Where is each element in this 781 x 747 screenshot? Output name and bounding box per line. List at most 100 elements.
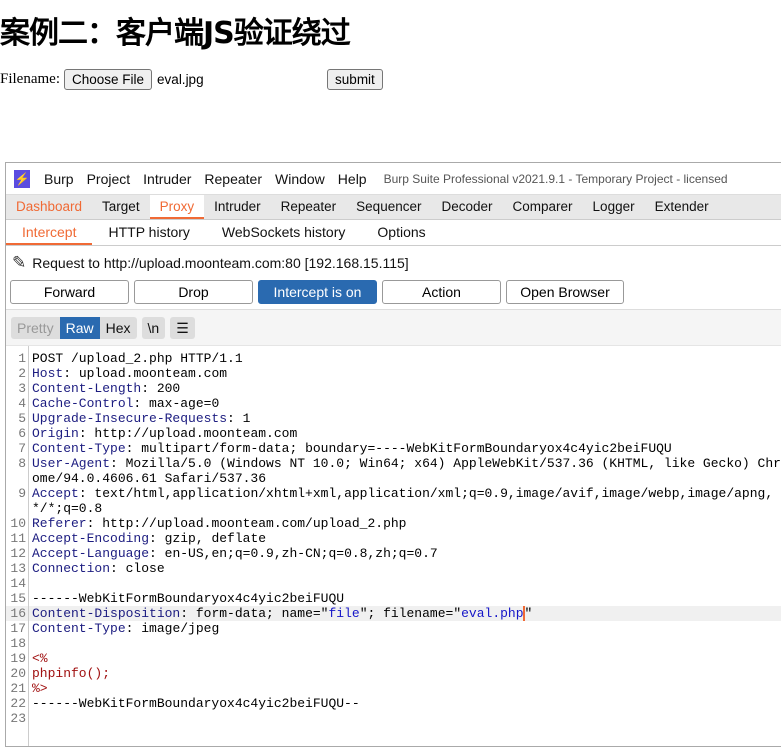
line-content: ------WebKitFormBoundaryox4c4yic2beiFUQU… [29,696,781,711]
line-content [29,711,781,726]
menu-intruder[interactable]: Intruder [143,171,191,187]
burp-window: ⚡ Burp Project Intruder Repeater Window Help … [5,162,781,747]
pretty-mode-button[interactable]: Pretty [11,317,60,339]
header-value: max-age=0 [141,396,220,411]
intercept-toggle-button[interactable]: Intercept is on [258,279,377,304]
proxy-subtabs: Intercept HTTP history WebSockets history O… [6,220,781,246]
code-line: 8 User-Agent: Mozilla/5.0 (Windows NT 10.… [6,456,781,486]
line-content: Accept: text/html,application/xhtml+xml,… [32,486,774,516]
php-code: %> [32,681,48,696]
code-line: 15 ------WebKitFormBoundaryox4c4yic2beiFU… [6,591,781,606]
header-name: Host [32,366,64,381]
header-value: http://upload.moonteam.com/upload_2.php [94,516,407,531]
line-content: Content-Type: multipart/form-data; bound… [32,441,672,456]
drop-button[interactable]: Drop [134,279,253,304]
code-line: 22 ------WebKitFormBoundaryox4c4yic2beiFU… [6,696,781,711]
menu-project[interactable]: Project [87,171,131,187]
newline-toggle-button[interactable]: \n [142,317,166,339]
tab-repeater[interactable]: Repeater [271,195,347,219]
tab-logger[interactable]: Logger [583,195,645,219]
header-value: text/html,application/xhtml+xml,applicat… [32,486,774,516]
header-value: upload.moonteam.com [71,366,228,381]
plain-text: POST /upload_2.php HTTP/1.1 [32,351,243,366]
line-content: phpinfo(); [29,666,781,681]
request-editor[interactable]: 1 POST /upload_2.php HTTP/1.1 2 Host: uploa… [6,346,781,746]
line-content [29,636,781,651]
header-name: Accept [32,486,79,501]
tab-proxy[interactable]: Proxy [149,195,205,219]
subtab-http-history[interactable]: HTTP history [92,220,205,245]
code-line: 13 Connection: close [6,561,781,576]
open-browser-button[interactable]: Open Browser [506,279,624,304]
code-line: 1 POST /upload_2.php HTTP/1.1 [6,351,781,366]
tab-target[interactable]: Target [92,195,150,219]
code-line: 2 Host: upload.moonteam.com [6,366,781,381]
tab-comparer[interactable]: Comparer [503,195,583,219]
line-content: <% [29,651,781,666]
header-name: Upgrade-Insecure-Requests [32,411,228,426]
tab-decoder[interactable]: Decoder [431,195,502,219]
code-line: 12 Accept-Language: en-US,en;q=0.9,zh-CN;… [6,546,781,561]
pencil-icon[interactable]: ✎ [12,253,26,273]
code-line: 4 Cache-Control: max-age=0 [6,396,781,411]
subtab-options[interactable]: Options [361,220,441,245]
header-name: Content-Disposition [32,606,181,621]
code-line: 20 phpinfo(); [6,666,781,681]
forward-button[interactable]: Forward [10,279,129,304]
text-caret: " [522,606,533,621]
action-button[interactable]: Action [382,279,501,304]
choose-file-button[interactable]: Choose File [64,69,153,90]
header-name: Origin [32,426,79,441]
menu-bar: ⚡ Burp Project Intruder Repeater Window Help … [6,163,781,195]
header-value: close [117,561,165,576]
request-info: ✎ Request to http://upload.moonteam.com:… [6,246,781,280]
intercept-toolbar: Forward Drop Intercept is on Action Open… [6,279,781,310]
hex-mode-button[interactable]: Hex [100,317,137,339]
field-name: file [328,606,360,621]
upload-form: Filename: Choose File eval.jpg submit [0,69,383,90]
line-content: Accept-Encoding: gzip, deflate [32,531,267,546]
menu-window[interactable]: Window [275,171,325,187]
tab-extender[interactable]: Extender [645,195,719,219]
menu-help[interactable]: Help [338,171,367,187]
code-line: 3 Content-Length: 200 [6,381,781,396]
subtab-intercept[interactable]: Intercept [6,220,93,245]
menu-burp[interactable]: Burp [44,171,74,187]
header-value: form-data; name=" [188,606,329,621]
tab-sequencer[interactable]: Sequencer [346,195,431,219]
header-name: Content-Type [32,621,126,636]
chosen-file-name: eval.jpg [157,72,204,87]
line-content: Accept-Language: en-US,en;q=0.9,zh-CN;q=… [32,546,438,561]
plain-text: ------WebKitFormBoundaryox4c4yic2beiFUQU [32,591,345,606]
header-value: Mozilla/5.0 (Windows NT 10.0; Win64; x64… [32,456,781,486]
header-name: Accept-Language [32,546,150,561]
header-name: Content-Type [32,441,126,456]
line-content: Content-Type: image/jpeg [32,621,220,636]
php-code: <% [32,651,48,666]
code-line: 17 Content-Type: image/jpeg [6,621,781,636]
burp-logo-icon: ⚡ [14,169,30,188]
line-content: Cache-Control: max-age=0 [32,396,220,411]
php-code: phpinfo(); [32,666,111,681]
menu-repeater[interactable]: Repeater [204,171,262,187]
header-value: en-US,en;q=0.9,zh-CN;q=0.8,zh;q=0.7 [156,546,438,561]
line-content: Content-Length: 200 [32,381,181,396]
header-name: Referer [32,516,87,531]
tab-intruder[interactable]: Intruder [204,195,271,219]
code-line: 10 Referer: http://upload.moonteam.com/up… [6,516,781,531]
line-gutter [6,346,29,746]
code-line: 5 Upgrade-Insecure-Requests: 1 [6,411,781,426]
raw-mode-button[interactable]: Raw [59,316,100,339]
line-content: Content-Disposition: form-data; name="fi… [32,606,533,621]
subtab-websockets-history[interactable]: WebSockets history [206,220,361,245]
line-content: POST /upload_2.php HTTP/1.1 [29,351,781,366]
code-line: 7 Content-Type: multipart/form-data; boun… [6,441,781,456]
menu-icon[interactable]: ☰ [170,317,195,339]
header-value: http://upload.moonteam.com [86,426,298,441]
code-line: 21 %> [6,681,781,696]
header-name: Cache-Control [32,396,134,411]
tab-dashboard[interactable]: Dashboard [6,195,92,219]
submit-button[interactable]: submit [327,69,383,90]
code-line: 23 [6,711,781,726]
page-title: 案例二：客户端JS验证绕过 [0,16,351,51]
